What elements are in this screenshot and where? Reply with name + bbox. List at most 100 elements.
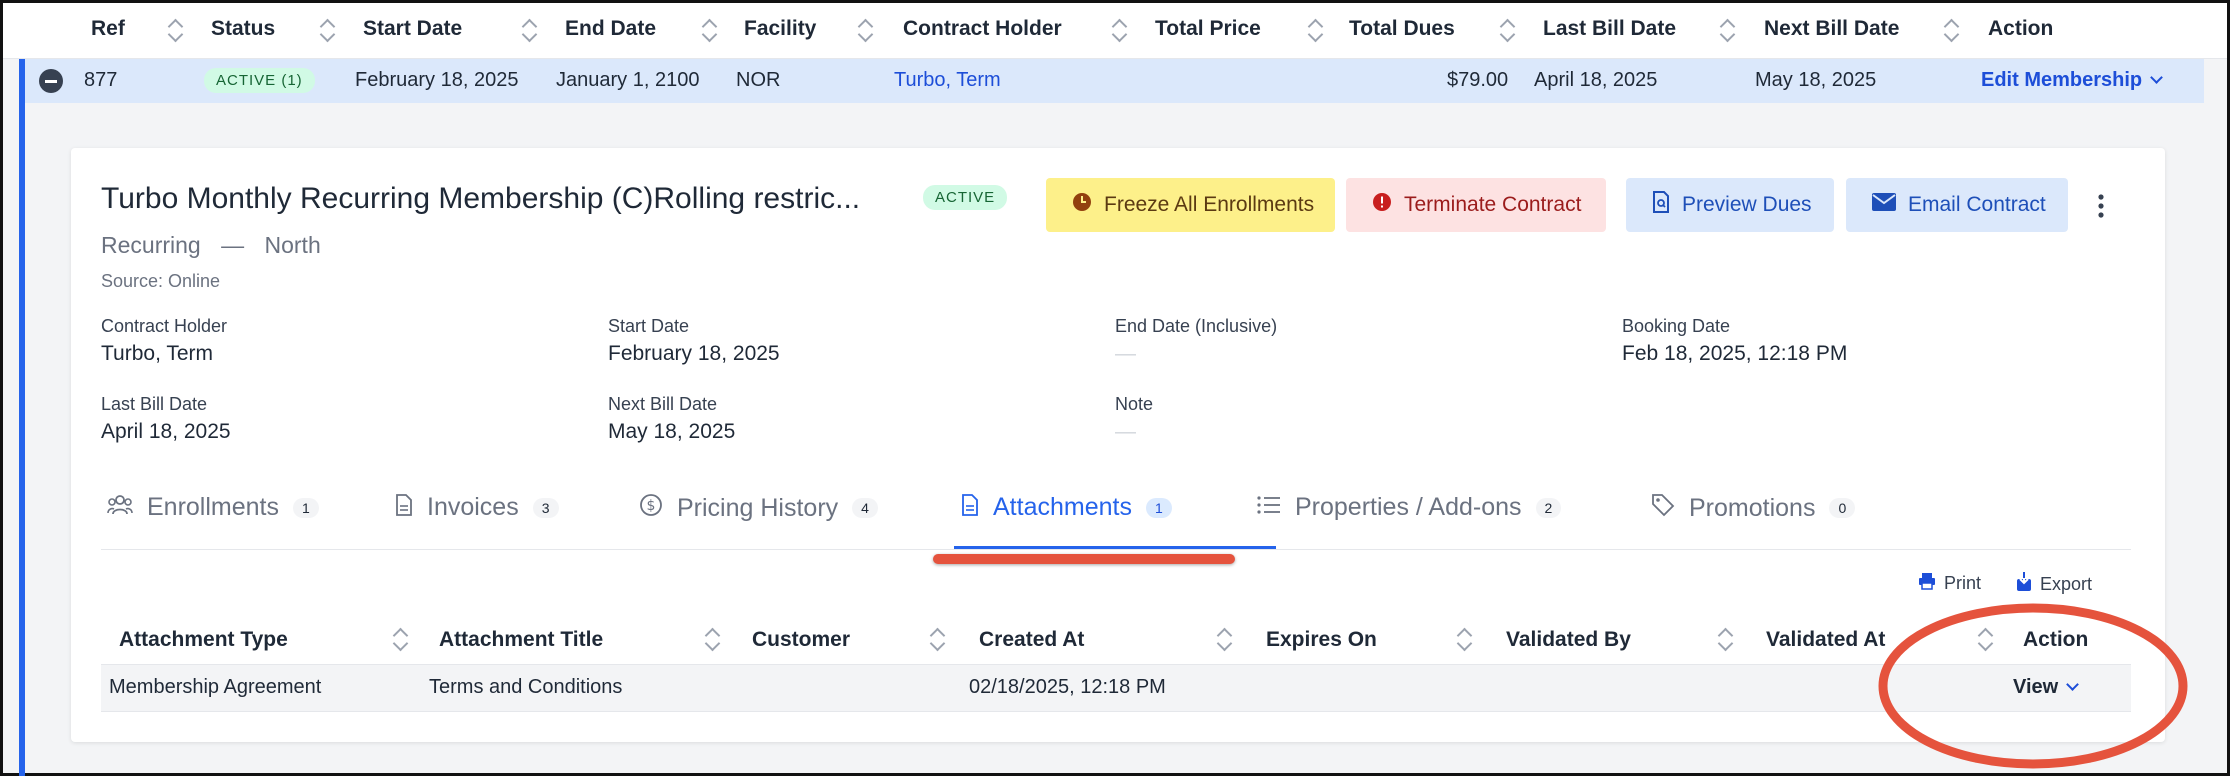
tab-invoices-label: Invoices <box>427 493 519 521</box>
sort-icon[interactable] <box>1943 17 1959 43</box>
col-customer[interactable]: Customer <box>752 628 850 652</box>
email-label: Email Contract <box>1908 193 2046 216</box>
sort-icon[interactable] <box>1719 17 1735 43</box>
tab-pricing-history-label: Pricing History <box>677 493 839 522</box>
sort-icon[interactable] <box>704 626 720 652</box>
created-at-cell: 02/18/2025, 12:18 PM <box>969 676 1166 698</box>
col-total-dues[interactable]: Total Dues <box>1349 17 1455 41</box>
attachment-title-cell: Terms and Conditions <box>429 676 623 698</box>
collapse-icon[interactable] <box>39 69 63 93</box>
document-icon <box>961 493 979 522</box>
sort-icon[interactable] <box>929 626 945 652</box>
print-button[interactable]: Print <box>1918 572 1981 595</box>
membership-detail-card: Turbo Monthly Recurring Membership (C)Ro… <box>71 148 2165 742</box>
status-badge: ACTIVE (1) <box>204 68 315 93</box>
tab-enrollments[interactable]: Enrollments 1 <box>107 493 319 522</box>
source-text: Source: Online <box>101 271 221 291</box>
membership-subtitle: Recurring — North <box>101 232 321 259</box>
export-icon <box>2016 572 2032 597</box>
tab-properties-addons[interactable]: Properties / Add-ons 2 <box>1257 493 1562 522</box>
table-header: Ref Status Start Date End Date Facility … <box>3 3 2227 59</box>
booking-date-value: Feb 18, 2025, 12:18 PM <box>1622 342 1848 365</box>
col-contract-holder[interactable]: Contract Holder <box>903 17 1062 41</box>
col-expires-on[interactable]: Expires On <box>1266 628 1377 652</box>
sort-icon[interactable] <box>1307 17 1323 43</box>
row-last-bill-date: April 18, 2025 <box>1534 69 1658 91</box>
subtitle-separator: — <box>221 232 245 258</box>
annotation-ellipse <box>1878 603 2188 769</box>
col-start-date[interactable]: Start Date <box>363 17 462 41</box>
sort-icon[interactable] <box>1456 626 1472 652</box>
tab-pricing-history[interactable]: $ Pricing History 4 <box>639 493 878 523</box>
col-last-bill-date[interactable]: Last Bill Date <box>1543 17 1676 41</box>
tab-count-badge: 1 <box>1145 497 1172 518</box>
sort-icon[interactable] <box>1216 626 1232 652</box>
row-next-bill-date: May 18, 2025 <box>1755 69 1877 91</box>
row-end-date: January 1, 2100 <box>556 69 700 91</box>
col-status[interactable]: Status <box>211 17 275 41</box>
start-date-value: February 18, 2025 <box>608 342 780 365</box>
col-next-bill-date[interactable]: Next Bill Date <box>1764 17 1899 41</box>
sort-icon[interactable] <box>1111 17 1127 43</box>
print-label: Print <box>1944 573 1982 593</box>
col-created-at[interactable]: Created At <box>979 628 1084 652</box>
col-validated-at[interactable]: Validated At <box>1766 628 1885 652</box>
tag-icon <box>1651 493 1675 523</box>
tab-attachments-label: Attachments <box>993 493 1132 521</box>
sort-icon[interactable] <box>167 17 183 43</box>
tab-attachments[interactable]: Attachments 1 <box>961 493 1172 522</box>
col-ref[interactable]: Ref <box>91 17 125 41</box>
sort-icon[interactable] <box>1499 17 1515 43</box>
note-label: Note <box>1115 394 1154 414</box>
edit-membership-label: Edit Membership <box>1981 69 2143 91</box>
email-contract-button[interactable]: Email Contract <box>1846 178 2068 232</box>
more-options-icon[interactable] <box>2095 192 2107 220</box>
table-row[interactable]: 877 ACTIVE (1) February 18, 2025 January… <box>19 59 2204 103</box>
envelope-icon <box>1872 193 1896 217</box>
edit-membership-dropdown[interactable]: Edit Membership <box>1981 69 2164 92</box>
sort-icon[interactable] <box>701 17 717 43</box>
col-end-date[interactable]: End Date <box>565 17 656 41</box>
contract-holder-link[interactable]: Turbo, Term <box>101 342 213 366</box>
tab-count-badge: 0 <box>1829 498 1856 518</box>
document-icon <box>395 493 413 522</box>
start-date-label: Start Date <box>608 316 690 336</box>
col-attachment-type[interactable]: Attachment Type <box>119 628 288 652</box>
subtitle-location: North <box>264 232 321 258</box>
list-icon <box>1257 495 1281 521</box>
preview-dues-button[interactable]: Preview Dues <box>1626 178 1834 232</box>
sort-icon[interactable] <box>857 17 873 43</box>
col-total-price[interactable]: Total Price <box>1155 17 1261 41</box>
row-start-date: February 18, 2025 <box>355 69 519 91</box>
sort-icon[interactable] <box>1717 626 1733 652</box>
next-bill-date-value: May 18, 2025 <box>608 420 736 443</box>
users-icon <box>107 494 133 522</box>
col-action: Action <box>1988 17 2054 40</box>
col-facility[interactable]: Facility <box>744 17 816 41</box>
col-validated-by[interactable]: Validated By <box>1506 628 1631 652</box>
document-search-icon <box>1652 191 1670 219</box>
tab-count-badge: 2 <box>1535 497 1562 518</box>
clock-icon <box>1072 192 1092 218</box>
dollar-circle-icon: $ <box>639 493 663 523</box>
active-tab-indicator <box>954 546 1276 549</box>
sort-icon[interactable] <box>521 17 537 43</box>
freeze-all-enrollments-button[interactable]: Freeze All Enrollments <box>1046 178 1335 232</box>
tab-invoices[interactable]: Invoices 3 <box>395 493 559 522</box>
chevron-down-icon <box>2150 71 2164 84</box>
last-bill-date-label: Last Bill Date <box>101 394 208 414</box>
export-button[interactable]: Export <box>2016 572 2092 597</box>
row-contract-holder-link[interactable]: Turbo, Term <box>894 69 1001 92</box>
tab-promotions-label: Promotions <box>1689 493 1816 522</box>
contract-holder-label: Contract Holder <box>101 316 228 336</box>
tab-promotions[interactable]: Promotions 0 <box>1651 493 1856 523</box>
tab-count-badge: 4 <box>852 498 878 518</box>
subtitle-type: Recurring <box>101 232 201 258</box>
tab-enrollments-label: Enrollments <box>147 493 279 521</box>
terminate-contract-button[interactable]: Terminate Contract <box>1346 178 1606 232</box>
col-attachment-title[interactable]: Attachment Title <box>439 628 603 652</box>
row-facility: NOR <box>736 69 781 91</box>
freeze-label: Freeze All Enrollments <box>1104 193 1315 216</box>
sort-icon[interactable] <box>319 17 335 43</box>
sort-icon[interactable] <box>392 626 408 652</box>
